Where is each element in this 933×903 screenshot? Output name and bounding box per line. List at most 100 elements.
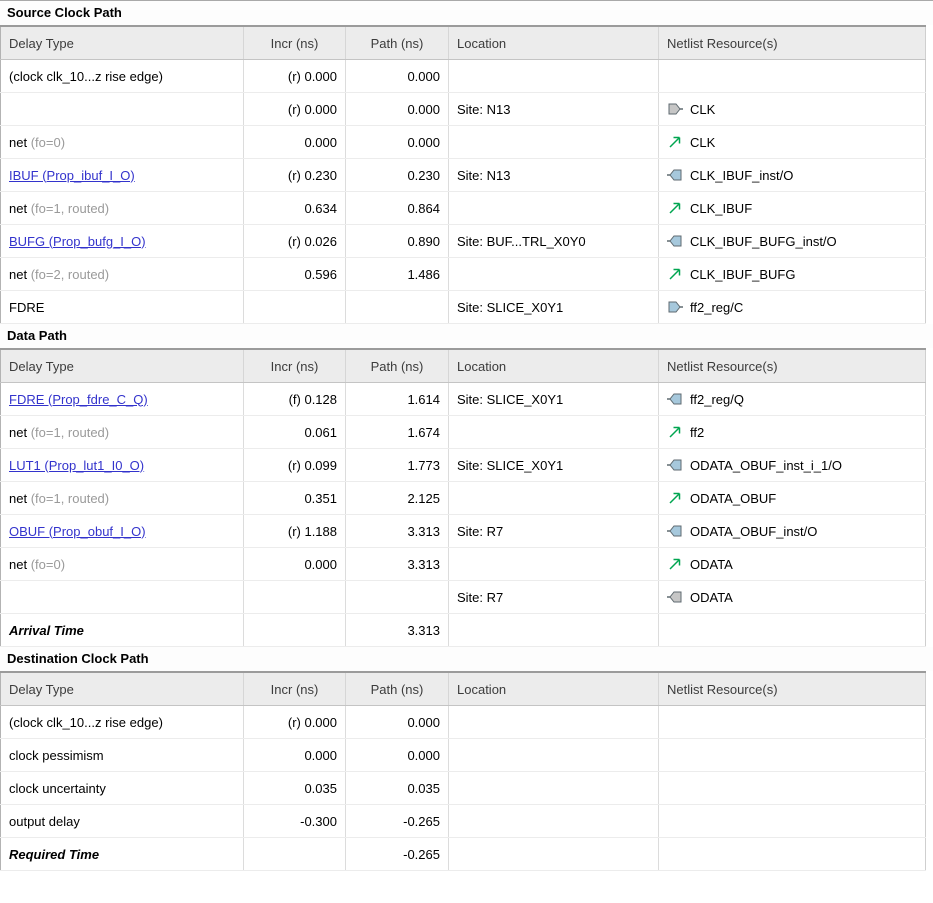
delay-type-cell: net (fo=1, routed) (1, 192, 244, 225)
column-header-path[interactable]: Path (ns) (346, 349, 449, 383)
column-header-incr[interactable]: Incr (ns) (244, 349, 346, 383)
location-cell (449, 772, 659, 805)
netlist-resource-cell[interactable]: ff2_reg/Q (659, 383, 926, 416)
fanout-note: (fo=2, routed) (31, 267, 109, 282)
column-header-netlist-resources[interactable]: Netlist Resource(s) (659, 349, 926, 383)
header-row: Delay Type Incr (ns) Path (ns) Location … (1, 672, 926, 706)
delay-type-label: clock uncertainty (9, 781, 106, 796)
delay-type-link[interactable]: FDRE (Prop_fdre_C_Q) (9, 392, 148, 407)
column-header-path[interactable]: Path (ns) (346, 672, 449, 706)
delay-type-link[interactable]: IBUF (Prop_ibuf_I_O) (9, 168, 135, 183)
netlist-resource-cell[interactable]: CLK (659, 93, 926, 126)
path-cell: 0.000 (346, 60, 449, 93)
timing-row[interactable]: FDRE (Prop_fdre_C_Q)(f) 0.1281.614Site: … (1, 383, 926, 416)
column-header-delay-type[interactable]: Delay Type (1, 349, 244, 383)
timing-row[interactable]: net (fo=0)0.0000.000CLK (1, 126, 926, 159)
path-cell: 1.674 (346, 416, 449, 449)
delay-type-label: (clock clk_10...z rise edge) (9, 69, 163, 84)
netlist-resource-label: ODATA (690, 557, 733, 572)
column-header-delay-type[interactable]: Delay Type (1, 672, 244, 706)
timing-row[interactable]: clock uncertainty0.0350.035 (1, 772, 926, 805)
netlist-resource-cell (659, 805, 926, 838)
delay-type-label: net (9, 267, 27, 282)
netlist-resource-cell[interactable]: CLK_IBUF_inst/O (659, 159, 926, 192)
path-section: Destination Clock Path Delay Type Incr (… (0, 647, 933, 871)
netlist-resource-label: CLK_IBUF_BUFG (690, 267, 795, 282)
netlist-resource-cell[interactable]: ODATA_OBUF_inst/O (659, 515, 926, 548)
timing-row[interactable]: clock pessimism0.0000.000 (1, 739, 926, 772)
netlist-resource-label: ODATA_OBUF_inst/O (690, 524, 817, 539)
timing-row[interactable]: OBUF (Prop_obuf_I_O)(r) 1.1883.313Site: … (1, 515, 926, 548)
timing-row[interactable]: Required Time-0.265 (1, 838, 926, 871)
netlist-resource-cell[interactable]: ODATA (659, 548, 926, 581)
timing-row[interactable]: (clock clk_10...z rise edge) (r) 0.0000.0… (1, 60, 926, 93)
delay-type-label: net (9, 491, 27, 506)
incr-cell (244, 291, 346, 324)
output-pin-icon (667, 168, 683, 182)
timing-row[interactable]: net (fo=0)0.0003.313ODATA (1, 548, 926, 581)
incr-cell: (r) 0.026 (244, 225, 346, 258)
netlist-resource-label: CLK (690, 135, 715, 150)
path-cell: -0.265 (346, 838, 449, 871)
timing-row[interactable]: (r) 0.0000.000Site: N13CLK (1, 93, 926, 126)
incr-cell: 0.634 (244, 192, 346, 225)
delay-type-link[interactable]: OBUF (Prop_obuf_I_O) (9, 524, 146, 539)
netlist-resource-label: ff2 (690, 425, 704, 440)
delay-type-link[interactable]: LUT1 (Prop_lut1_I0_O) (9, 458, 144, 473)
netlist-resource-cell[interactable]: CLK_IBUF_BUFG (659, 258, 926, 291)
incr-cell: 0.000 (244, 739, 346, 772)
column-header-location[interactable]: Location (449, 349, 659, 383)
path-cell: 3.313 (346, 548, 449, 581)
timing-row[interactable]: LUT1 (Prop_lut1_I0_O)(r) 0.0991.773Site:… (1, 449, 926, 482)
path-section: Data Path Delay Type Incr (ns) Path (ns)… (0, 324, 933, 647)
path-cell: 0.890 (346, 225, 449, 258)
netlist-resource-cell[interactable]: ODATA_OBUF_inst_i_1/O (659, 449, 926, 482)
delay-type-label: FDRE (9, 300, 44, 315)
column-header-path[interactable]: Path (ns) (346, 26, 449, 60)
column-header-location[interactable]: Location (449, 672, 659, 706)
location-cell (449, 258, 659, 291)
timing-row[interactable]: net (fo=1, routed)0.3512.125ODATA_OBUF (1, 482, 926, 515)
netlist-resource-cell[interactable]: CLK (659, 126, 926, 159)
netlist-resource-cell[interactable]: ODATA_OBUF (659, 482, 926, 515)
incr-cell: 0.035 (244, 772, 346, 805)
net-icon (667, 135, 683, 149)
netlist-resource-cell[interactable]: CLK_IBUF_BUFG_inst/O (659, 225, 926, 258)
netlist-resource-cell[interactable]: ODATA (659, 581, 926, 614)
timing-row[interactable]: FDRESite: SLICE_X0Y1ff2_reg/C (1, 291, 926, 324)
netlist-resource-cell[interactable]: ff2 (659, 416, 926, 449)
timing-row[interactable]: (clock clk_10...z rise edge)(r) 0.0000.0… (1, 706, 926, 739)
delay-type-link[interactable]: BUFG (Prop_bufg_I_O) (9, 234, 146, 249)
path-cell: 0.000 (346, 126, 449, 159)
fanout-note: (fo=0) (31, 557, 65, 572)
timing-row[interactable]: net (fo=1, routed)0.0611.674ff2 (1, 416, 926, 449)
column-header-netlist-resources[interactable]: Netlist Resource(s) (659, 26, 926, 60)
path-cell: 2.125 (346, 482, 449, 515)
delay-type-cell: net (fo=1, routed) (1, 416, 244, 449)
timing-row[interactable]: output delay-0.300-0.265 (1, 805, 926, 838)
path-cell: 0.864 (346, 192, 449, 225)
netlist-resource-label: ODATA_OBUF_inst_i_1/O (690, 458, 842, 473)
timing-row[interactable]: net (fo=1, routed)0.6340.864CLK_IBUF (1, 192, 926, 225)
net-icon (667, 267, 683, 281)
output-pin-icon (667, 524, 683, 538)
column-header-location[interactable]: Location (449, 26, 659, 60)
netlist-resource-cell[interactable]: CLK_IBUF (659, 192, 926, 225)
column-header-incr[interactable]: Incr (ns) (244, 26, 346, 60)
incr-cell: 0.000 (244, 126, 346, 159)
column-header-netlist-resources[interactable]: Netlist Resource(s) (659, 672, 926, 706)
column-header-incr[interactable]: Incr (ns) (244, 672, 346, 706)
incr-cell (244, 614, 346, 647)
timing-row[interactable]: Arrival Time3.313 (1, 614, 926, 647)
delay-type-label: net (9, 135, 27, 150)
timing-row[interactable]: Site: R7ODATA (1, 581, 926, 614)
timing-row[interactable]: net (fo=2, routed)0.5961.486CLK_IBUF_BUF… (1, 258, 926, 291)
header-row: Delay Type Incr (ns) Path (ns) Location … (1, 26, 926, 60)
netlist-resource-cell[interactable]: ff2_reg/C (659, 291, 926, 324)
incr-cell: (r) 0.000 (244, 60, 346, 93)
column-header-delay-type[interactable]: Delay Type (1, 26, 244, 60)
delay-type-label: net (9, 201, 27, 216)
timing-row[interactable]: IBUF (Prop_ibuf_I_O)(r) 0.2300.230Site: … (1, 159, 926, 192)
fanout-note: (fo=1, routed) (31, 201, 109, 216)
timing-row[interactable]: BUFG (Prop_bufg_I_O)(r) 0.0260.890Site: … (1, 225, 926, 258)
